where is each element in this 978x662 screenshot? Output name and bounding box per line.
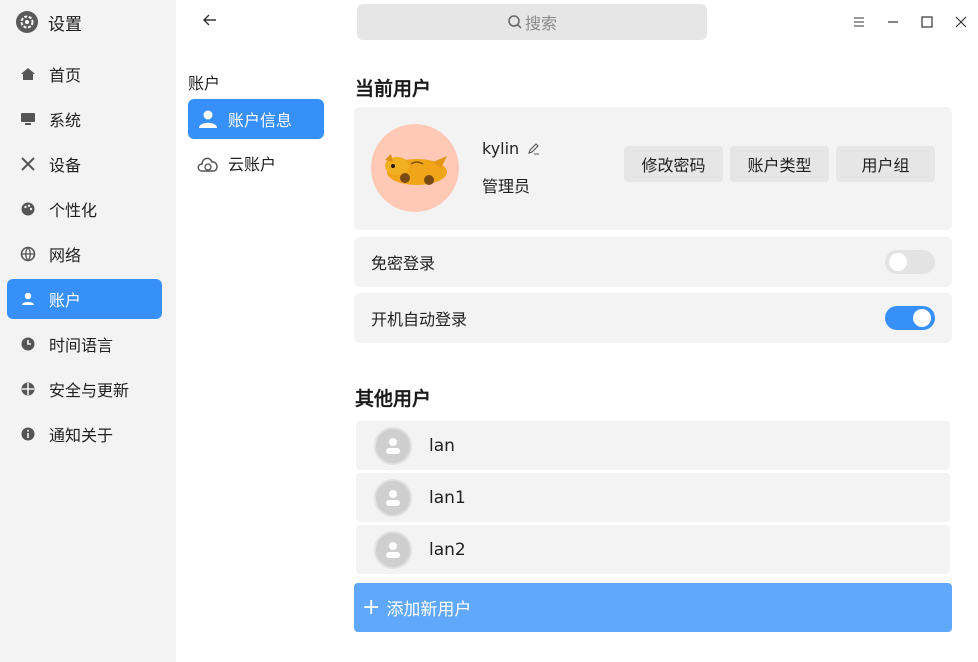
window-controls (842, 6, 978, 38)
close-button[interactable] (944, 6, 978, 38)
passwordless-login-label: 免密登录 (371, 254, 436, 273)
auto-login-toggle[interactable] (885, 306, 935, 330)
sidebar-nav: 首页 系统 设备 个性化 网络 账户 时间语言 安全与更新 通知关于 (7, 54, 162, 459)
sidebar-item-label: 网络 (49, 246, 82, 265)
tools-icon (19, 155, 37, 173)
clock-icon (19, 335, 37, 353)
user-icon (196, 107, 220, 131)
maximize-icon (921, 13, 933, 32)
plus-icon: + (362, 594, 381, 620)
username: kylin (482, 139, 540, 158)
subnav-list: 账户信息 云账户 (188, 99, 324, 187)
default-avatar-icon (374, 426, 412, 465)
home-icon (19, 65, 37, 83)
sidebar-item-account[interactable]: 账户 (7, 279, 162, 319)
sidebar-item-label: 系统 (49, 111, 82, 130)
sidebar-item-label: 时间语言 (49, 336, 114, 355)
back-button[interactable] (198, 10, 222, 34)
sidebar: 设置 首页 系统 设备 个性化 网络 账户 时间语言 安全与更新 通知关于 (0, 0, 176, 662)
pencil-icon[interactable] (527, 142, 540, 155)
search-input[interactable]: 搜索 (357, 4, 707, 40)
other-users-title: 其他用户 (355, 388, 432, 410)
subnav-item-label: 账户信息 (228, 111, 293, 130)
info-icon (19, 425, 37, 443)
default-avatar-icon (374, 478, 412, 517)
list-item[interactable]: lan2 (356, 525, 950, 574)
user-name: lan2 (429, 539, 466, 560)
sub-navigation-panel: 账户 账户信息 云账户 (176, 0, 332, 662)
auto-login-row: 开机自动登录 (354, 293, 952, 343)
add-user-label: 添加新用户 (386, 600, 472, 620)
sidebar-item-personalize[interactable]: 个性化 (7, 189, 162, 229)
settings-app-icon (16, 11, 38, 33)
sidebar-item-time-language[interactable]: 时间语言 (7, 324, 162, 364)
minimize-icon (887, 13, 899, 32)
subnav-title: 账户 (188, 74, 221, 93)
toggle-knob (913, 309, 931, 327)
toggle-knob (889, 253, 907, 271)
user-icon (19, 290, 37, 308)
monitor-icon (19, 110, 37, 128)
avatar[interactable] (371, 124, 459, 212)
minimize-button[interactable] (876, 6, 910, 38)
add-user-button[interactable]: + 添加新用户 (354, 583, 952, 632)
sidebar-item-home[interactable]: 首页 (7, 54, 162, 94)
sidebar-item-network[interactable]: 网络 (7, 234, 162, 274)
sidebar-item-label: 账户 (49, 291, 82, 310)
user-group-button[interactable]: 用户组 (836, 146, 935, 182)
passwordless-login-toggle[interactable] (885, 250, 935, 274)
search-placeholder: 搜索 (524, 14, 557, 33)
sidebar-item-label: 首页 (49, 66, 82, 85)
passwordless-login-row: 免密登录 (354, 237, 952, 287)
app-header: 设置 (16, 10, 82, 35)
subnav-item-account-info[interactable]: 账户信息 (188, 99, 324, 139)
current-user-title: 当前用户 (355, 78, 432, 100)
user-name: lan1 (429, 487, 466, 508)
username-text: kylin (482, 139, 520, 158)
current-user-card: kylin 管理员 修改密码 账户类型 用户组 (354, 107, 952, 230)
change-password-button[interactable]: 修改密码 (624, 146, 723, 182)
arrow-left-icon (202, 12, 218, 32)
menu-icon (853, 13, 865, 32)
sidebar-item-about[interactable]: 通知关于 (7, 414, 162, 454)
globe-icon (19, 245, 37, 263)
sidebar-item-label: 设备 (49, 156, 82, 175)
palette-icon (19, 200, 37, 218)
auto-login-label: 开机自动登录 (371, 310, 468, 329)
maximize-button[interactable] (910, 6, 944, 38)
sidebar-item-label: 个性化 (49, 201, 98, 220)
sidebar-item-security[interactable]: 安全与更新 (7, 369, 162, 409)
close-icon (955, 13, 967, 32)
list-item[interactable]: lan1 (356, 473, 950, 522)
menu-button[interactable] (842, 6, 876, 38)
sidebar-item-devices[interactable]: 设备 (7, 144, 162, 184)
sidebar-item-system[interactable]: 系统 (7, 99, 162, 139)
app-title: 设置 (48, 14, 82, 35)
cloud-icon (196, 151, 220, 175)
user-name: lan (429, 435, 455, 456)
account-type-button[interactable]: 账户类型 (730, 146, 829, 182)
default-avatar-icon (374, 530, 412, 569)
cartoon-avatar-image (385, 154, 447, 185)
search-icon (507, 14, 523, 30)
sidebar-item-label: 通知关于 (49, 426, 114, 445)
sidebar-item-label: 安全与更新 (49, 381, 130, 400)
user-actions: 修改密码 账户类型 用户组 (624, 146, 935, 182)
shield-icon (19, 380, 37, 398)
user-type: 管理员 (482, 177, 531, 196)
list-item[interactable]: lan (356, 421, 950, 470)
subnav-item-cloud-account[interactable]: 云账户 (188, 143, 324, 183)
subnav-item-label: 云账户 (228, 155, 277, 174)
